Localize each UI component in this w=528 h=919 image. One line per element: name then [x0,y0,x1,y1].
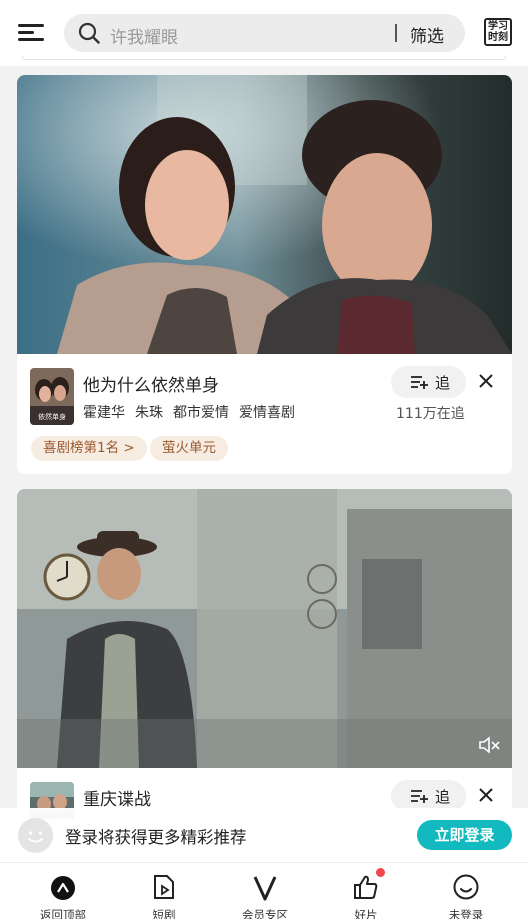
add-list-icon [411,376,428,389]
nav-vip[interactable]: 会员专区 [225,863,305,919]
login-button[interactable]: 立即登录 [417,820,512,850]
nav-good-films[interactable]: 好片 [326,863,406,919]
search-placeholder[interactable]: 许我耀眼 [110,23,178,48]
back-to-top-icon [51,876,75,900]
tag[interactable]: 朱珠 [135,405,163,421]
follow-button[interactable]: 追 [391,366,466,398]
notification-dot [376,868,385,877]
drama-title[interactable]: 重庆谍战 [83,785,151,810]
poster-image[interactable] [17,75,512,354]
header-divider [22,56,506,60]
default-avatar-icon [28,831,43,843]
add-list-icon [411,790,428,803]
login-prompt-bar: 登录将获得更多精彩推荐 立即登录 [0,808,528,862]
study-time-icon[interactable]: 学习 时刻 [484,18,512,46]
nav-profile[interactable]: 未登录 [426,863,506,919]
tag[interactable]: 爱情喜剧 [239,405,295,421]
thumbs-up-icon [354,875,378,899]
app-root: 许我耀眼 筛选 学习 时刻 依然单身 他为什么依然单身 霍建华 朱珠 都市爱情 … [0,0,528,919]
nav-label: 好片 [354,908,378,919]
drama-title[interactable]: 他为什么依然单身 [83,371,219,396]
top-header: 许我耀眼 筛选 学习 时刻 [0,0,528,66]
nav-short-drama[interactable]: 短剧 [124,863,204,919]
nav-label: 返回顶部 [40,908,86,919]
cover-thumbnail[interactable]: 依然单身 [30,368,74,425]
smiley-icon [453,874,479,900]
tag[interactable]: 都市爱情 [173,405,229,421]
vip-icon [253,876,277,901]
filter-button[interactable]: 筛选 [410,22,444,47]
drama-card[interactable]: 依然单身 他为什么依然单身 霍建华 朱珠 都市爱情 爱情喜剧 追 111万在追 … [17,75,512,474]
nav-label: 会员专区 [242,908,288,919]
bottom-navigation: 返回顶部 短剧 会员专区 好片 未登录 [0,862,528,919]
close-icon[interactable] [479,788,493,802]
follow-label: 追 [435,788,451,806]
avatar [18,818,53,853]
nav-back-to-top[interactable]: 返回顶部 [23,863,103,919]
follow-count: 111万在追 [396,406,465,422]
close-icon[interactable] [479,374,493,388]
follow-label: 追 [435,374,451,392]
short-drama-icon [154,875,174,899]
search-divider [395,24,397,42]
search-bar[interactable]: 许我耀眼 筛选 [64,14,465,52]
drama-tags: 霍建华 朱珠 都市爱情 爱情喜剧 [83,402,305,422]
tag[interactable]: 霍建华 [83,405,125,421]
nav-label: 短剧 [152,908,176,919]
thumb-title-text: 依然单身 [38,412,66,421]
menu-icon[interactable] [18,22,44,42]
mute-icon[interactable] [479,736,501,754]
drama-card[interactable]: 重庆谍战 追 [17,489,512,819]
video-preview[interactable] [17,489,512,768]
search-icon [78,22,100,44]
category-badge[interactable]: 萤火单元 [150,436,228,461]
login-prompt-text: 登录将获得更多精彩推荐 [65,828,247,847]
ranking-badge[interactable]: 喜剧榜第1名 > [31,436,147,461]
nav-label: 未登录 [448,908,484,919]
card-info: 依然单身 他为什么依然单身 霍建华 朱珠 都市爱情 爱情喜剧 追 111万在追 … [17,354,512,474]
